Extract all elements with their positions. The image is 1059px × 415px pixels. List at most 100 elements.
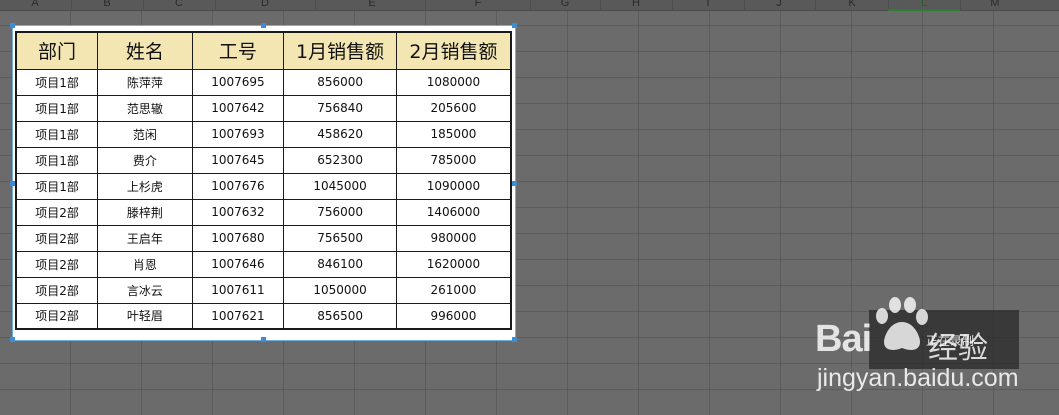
resize-handle-bottom-left[interactable] bbox=[10, 337, 15, 342]
column-separator[interactable] bbox=[744, 0, 745, 11]
cell-department: 项目1部 bbox=[15, 146, 99, 174]
cell-employee-id: 1007611 bbox=[191, 276, 285, 304]
selected-table-image[interactable]: 部门 姓名 工号 1月销售额 2月销售额 项目1部 陈萍萍 1007695 85600… bbox=[10, 23, 517, 342]
cell-department: 项目1部 bbox=[15, 120, 99, 148]
cell-feb-sales: 205600 bbox=[395, 94, 512, 122]
column-separator[interactable] bbox=[960, 0, 961, 11]
column-header-a[interactable]: A bbox=[31, 0, 38, 9]
resize-handle-bottom[interactable] bbox=[261, 337, 266, 342]
cell-name: 范思辙 bbox=[97, 94, 193, 122]
header-employee-id: 工号 bbox=[191, 31, 285, 70]
column-header-d[interactable]: D bbox=[261, 0, 269, 9]
table-row: 项目1部 陈萍萍 1007695 856000 1080000 bbox=[15, 68, 512, 96]
cell-feb-sales: 785000 bbox=[395, 146, 512, 174]
header-department: 部门 bbox=[15, 31, 99, 70]
table-row: 项目2部 滕梓荆 1007632 756000 1406000 bbox=[15, 198, 512, 226]
cell-jan-sales: 756500 bbox=[283, 224, 397, 252]
cell-department: 项目1部 bbox=[15, 94, 99, 122]
column-header-bar: A B C D E F G H I J K L M bbox=[0, 0, 1059, 11]
table-row: 项目1部 范闲 1007693 458620 185000 bbox=[15, 120, 512, 148]
resize-handle-bottom-right[interactable] bbox=[512, 337, 517, 342]
cell-department: 项目2部 bbox=[15, 302, 99, 330]
cell-feb-sales: 1620000 bbox=[395, 250, 512, 278]
resize-handle-top[interactable] bbox=[261, 23, 266, 28]
watermark-brand: Bai bbox=[815, 318, 872, 360]
column-separator[interactable] bbox=[672, 0, 673, 11]
column-header-e[interactable]: E bbox=[368, 0, 375, 9]
cell-feb-sales: 1090000 bbox=[395, 172, 512, 200]
cell-department: 项目2部 bbox=[15, 198, 99, 226]
cell-feb-sales: 1406000 bbox=[395, 198, 512, 226]
cell-name: 范闲 bbox=[97, 120, 193, 148]
recording-status-text: 正在录制 bbox=[926, 334, 975, 348]
cell-jan-sales: 1045000 bbox=[283, 172, 397, 200]
header-feb-sales: 2月销售额 bbox=[395, 31, 512, 70]
column-header-c[interactable]: C bbox=[175, 0, 183, 9]
cell-department: 项目2部 bbox=[15, 250, 99, 278]
baidu-paw-icon bbox=[876, 297, 928, 350]
column-header-l[interactable]: L bbox=[921, 0, 927, 9]
column-separator[interactable] bbox=[71, 0, 72, 11]
cell-name: 费介 bbox=[97, 146, 193, 174]
cell-name: 叶轻眉 bbox=[97, 302, 193, 330]
cell-jan-sales: 856000 bbox=[283, 68, 397, 96]
column-separator[interactable] bbox=[815, 0, 816, 11]
resize-handle-top-left[interactable] bbox=[10, 23, 15, 28]
cell-name: 陈萍萍 bbox=[97, 68, 193, 96]
cell-feb-sales: 980000 bbox=[395, 224, 512, 252]
column-header-h[interactable]: H bbox=[632, 0, 640, 9]
cell-jan-sales: 458620 bbox=[283, 120, 397, 148]
column-header-g[interactable]: G bbox=[561, 0, 570, 9]
column-header-m[interactable]: M bbox=[990, 0, 999, 9]
cell-department: 项目1部 bbox=[15, 172, 99, 200]
cell-employee-id: 1007645 bbox=[191, 146, 285, 174]
cell-employee-id: 1007693 bbox=[191, 120, 285, 148]
cell-name: 上杉虎 bbox=[97, 172, 193, 200]
cell-name: 言冰云 bbox=[97, 276, 193, 304]
cell-feb-sales: 261000 bbox=[395, 276, 512, 304]
cell-employee-id: 1007676 bbox=[191, 172, 285, 200]
cell-employee-id: 1007680 bbox=[191, 224, 285, 252]
table-row: 项目2部 肖恩 1007646 846100 1620000 bbox=[15, 250, 512, 278]
column-separator[interactable] bbox=[143, 0, 144, 11]
watermark-url: jingyan.baidu.com bbox=[817, 364, 1019, 392]
cell-feb-sales: 185000 bbox=[395, 120, 512, 148]
header-name: 姓名 bbox=[97, 31, 193, 70]
cell-jan-sales: 856500 bbox=[283, 302, 397, 330]
cell-jan-sales: 652300 bbox=[283, 146, 397, 174]
column-header-i[interactable]: I bbox=[706, 0, 709, 9]
cell-jan-sales: 1050000 bbox=[283, 276, 397, 304]
column-separator[interactable] bbox=[530, 0, 531, 11]
cell-employee-id: 1007695 bbox=[191, 68, 285, 96]
column-header-j[interactable]: J bbox=[776, 0, 782, 9]
column-header-k[interactable]: K bbox=[848, 0, 855, 9]
cell-employee-id: 1007642 bbox=[191, 94, 285, 122]
column-separator[interactable] bbox=[215, 0, 216, 11]
table-row: 项目1部 费介 1007645 652300 785000 bbox=[15, 146, 512, 174]
column-separator[interactable] bbox=[315, 0, 316, 11]
cell-jan-sales: 756840 bbox=[283, 94, 397, 122]
table-row: 项目2部 叶轻眉 1007621 856500 996000 bbox=[15, 302, 512, 330]
cell-feb-sales: 996000 bbox=[395, 302, 512, 330]
cell-jan-sales: 846100 bbox=[283, 250, 397, 278]
cell-department: 项目1部 bbox=[15, 68, 99, 96]
cell-jan-sales: 756000 bbox=[283, 198, 397, 226]
column-separator[interactable] bbox=[425, 0, 426, 11]
column-separator[interactable] bbox=[600, 0, 601, 11]
cell-department: 项目2部 bbox=[15, 224, 99, 252]
resize-handle-top-right[interactable] bbox=[512, 23, 517, 28]
table-row: 项目2部 言冰云 1007611 1050000 261000 bbox=[15, 276, 512, 304]
column-header-f[interactable]: F bbox=[475, 0, 482, 9]
sales-table: 部门 姓名 工号 1月销售额 2月销售额 项目1部 陈萍萍 1007695 85600… bbox=[15, 31, 512, 330]
cell-name: 滕梓荆 bbox=[97, 198, 193, 226]
cell-employee-id: 1007646 bbox=[191, 250, 285, 278]
cell-feb-sales: 1080000 bbox=[395, 68, 512, 96]
cell-department: 项目2部 bbox=[15, 276, 99, 304]
resize-handle-right[interactable] bbox=[512, 181, 517, 186]
table-header-row: 部门 姓名 工号 1月销售额 2月销售额 bbox=[15, 31, 512, 70]
header-jan-sales: 1月销售额 bbox=[283, 31, 397, 70]
table-row: 项目1部 上杉虎 1007676 1045000 1090000 bbox=[15, 172, 512, 200]
column-header-b[interactable]: B bbox=[103, 0, 110, 9]
table-row: 项目1部 范思辙 1007642 756840 205600 bbox=[15, 94, 512, 122]
cell-name: 王启年 bbox=[97, 224, 193, 252]
